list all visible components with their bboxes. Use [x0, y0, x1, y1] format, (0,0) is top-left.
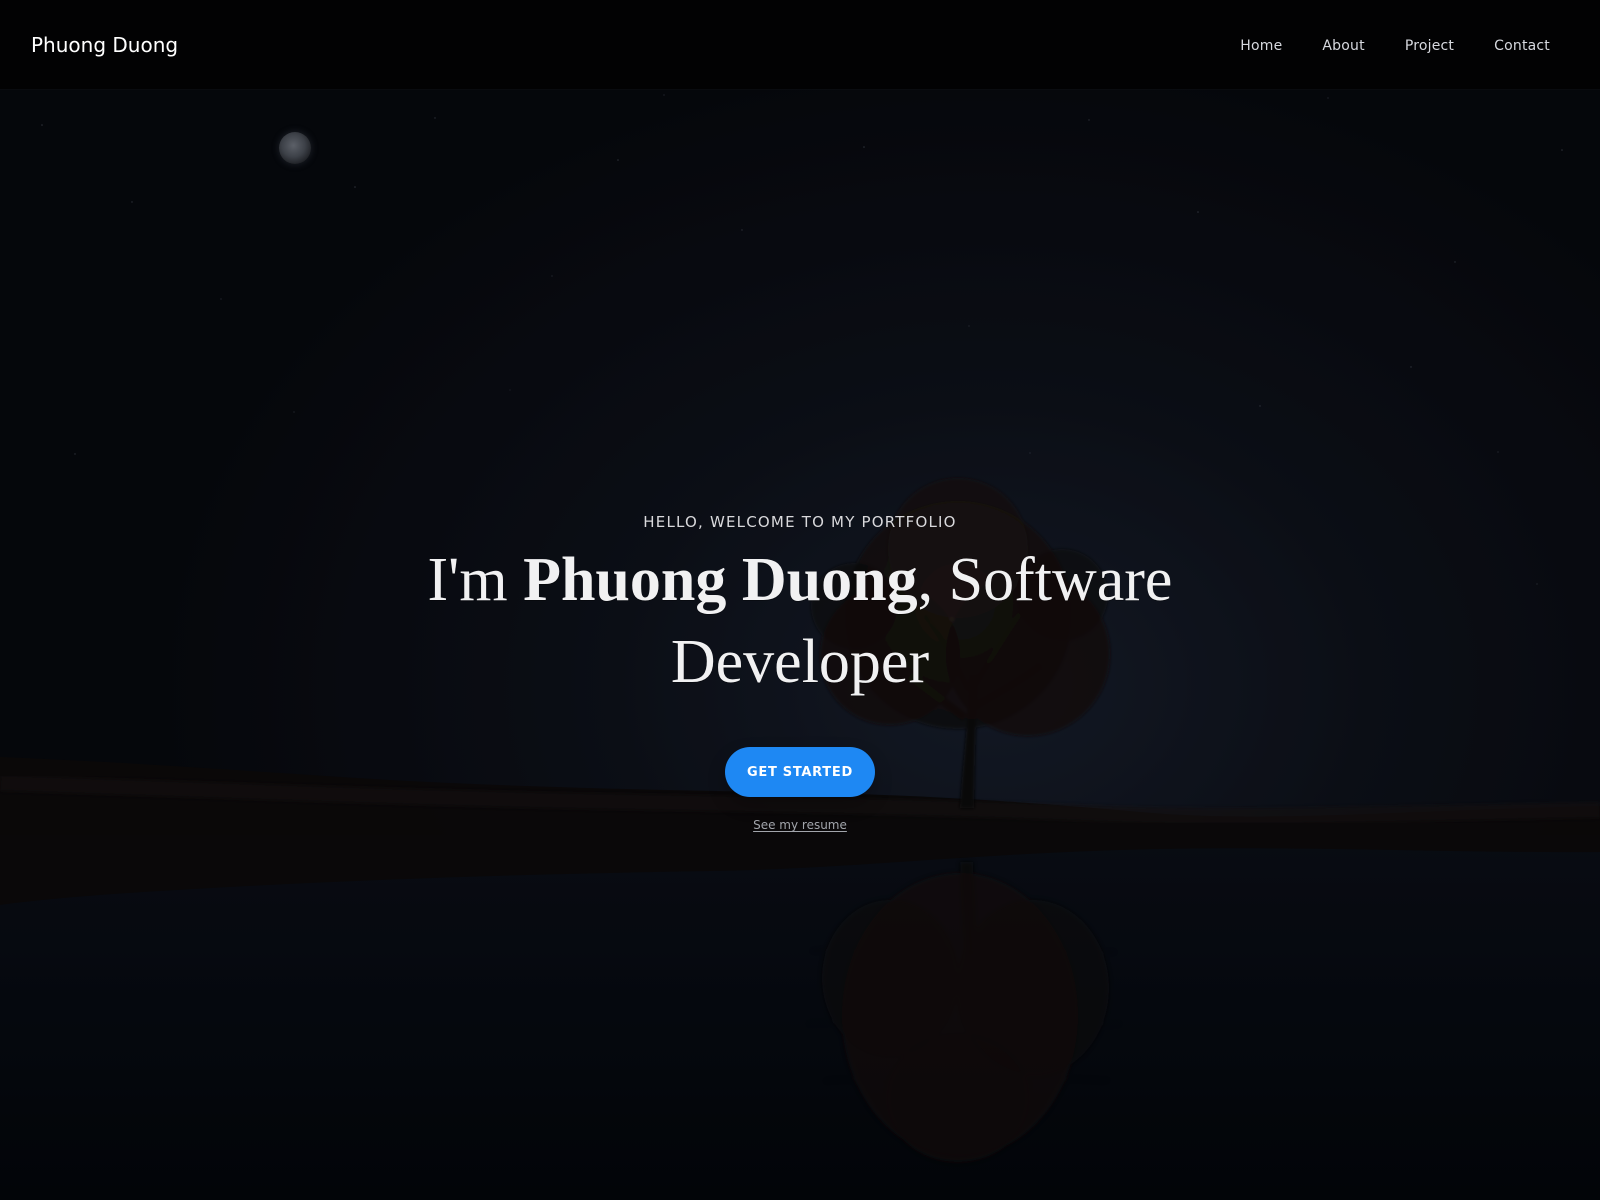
hero-eyebrow: HELLO, WELCOME TO MY PORTFOLIO: [643, 513, 957, 531]
hero-section: HELLO, WELCOME TO MY PORTFOLIO I'm Phuon…: [0, 500, 1600, 840]
moon-icon: [279, 132, 311, 164]
top-navigation: Phuong Duong Home About Project Contact: [0, 0, 1600, 89]
headline-prefix: I'm: [427, 546, 524, 614]
resume-link[interactable]: See my resume: [0, 817, 1600, 833]
hero-headline: I'm Phuong Duong, Software Developer: [360, 539, 1240, 703]
get-started-button[interactable]: GET STARTED: [725, 747, 875, 797]
nav-link-contact[interactable]: Contact: [1494, 36, 1550, 56]
portfolio-page: Phuong Duong Home About Project Contact …: [0, 0, 1600, 1200]
headline-name: Phuong Duong: [523, 546, 918, 614]
nav-link-home[interactable]: Home: [1240, 36, 1282, 56]
primary-nav: Home About Project Contact: [1240, 36, 1550, 56]
site-brand-link[interactable]: Phuong Duong: [31, 31, 178, 59]
nav-link-about[interactable]: About: [1322, 36, 1364, 56]
nav-link-project[interactable]: Project: [1405, 36, 1454, 56]
